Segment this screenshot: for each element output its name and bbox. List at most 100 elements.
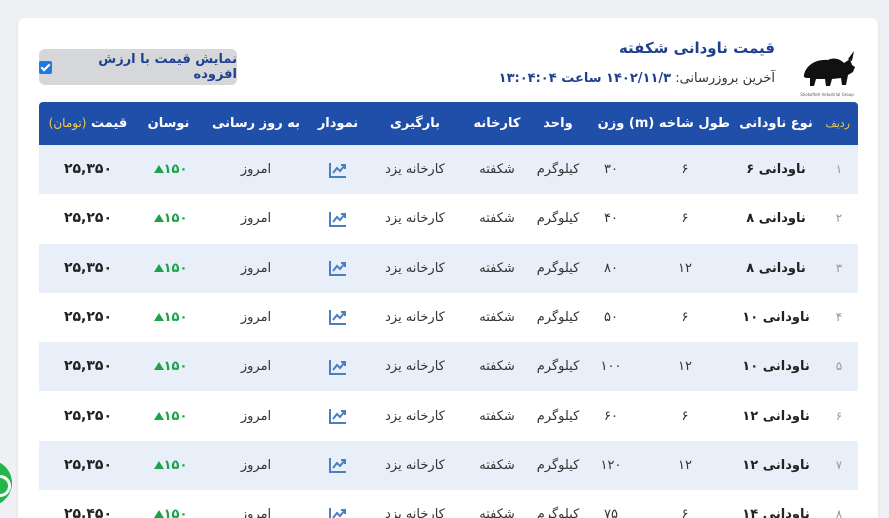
line-chart-icon[interactable]: [312, 441, 364, 490]
row-index: ۸: [835, 507, 843, 518]
row-loading: کارخانه یزد: [385, 162, 445, 177]
row-unit: کیلوگرم: [536, 457, 580, 473]
row-unit: کیلوگرم: [536, 408, 580, 424]
vat-toggle-label: نمایش قیمت با ارزش افزوده: [98, 52, 237, 82]
col-price-label: قیمت: [91, 116, 128, 131]
row-index: ۷: [835, 457, 843, 472]
row-index: ۴: [835, 309, 843, 324]
row-price: ۲۵,۳۵۰: [63, 358, 113, 375]
row-length: ۶: [681, 211, 689, 227]
col-factory[interactable]: کارخانه: [467, 102, 527, 145]
vat-checkbox[interactable]: [39, 60, 52, 74]
triangle-up-icon: [153, 362, 164, 371]
row-index: ۶: [835, 408, 843, 423]
row-weight: ۱۲۰: [600, 457, 622, 473]
row-length: ۶: [681, 507, 689, 518]
row-index: ۳: [835, 260, 843, 275]
row-updated: امروز: [240, 408, 272, 424]
row-type: ناودانی ۶: [746, 162, 806, 177]
last-updated-value: ۱۴۰۲/۱۱/۳ ساعت ۱۳:۰۴:۰۴: [498, 71, 672, 86]
row-type: ناودانی ۱۰: [742, 359, 810, 375]
col-type[interactable]: نوع ناودانی: [736, 102, 816, 145]
col-index: ردیف: [825, 117, 850, 130]
row-factory: شکفته: [479, 162, 515, 177]
row-change-value: ۱۵۰: [163, 162, 188, 177]
logo-caption: Shokofteh Industrial Group: [800, 92, 854, 97]
row-change-value: ۱۵۰: [163, 309, 188, 325]
row-updated: امروز: [240, 309, 272, 325]
line-chart-icon[interactable]: [312, 194, 364, 243]
row-unit: کیلوگرم: [536, 359, 580, 375]
row-change-value: ۱۵۰: [163, 211, 188, 227]
row-unit: کیلوگرم: [536, 162, 580, 177]
table-row[interactable]: ۳ ناودانی ۸ ۱۲ ۸۰ کیلوگرم شکفته کارخانه یزد امر…: [39, 243, 858, 293]
table-row[interactable]: ۱ ناودانی ۶ ۶ ۳۰ کیلوگرم شکفته کارخانه یزد امرو…: [39, 145, 858, 194]
line-chart-icon[interactable]: [312, 145, 364, 194]
row-change: ۱۵۰: [141, 490, 196, 518]
col-unit[interactable]: واحد: [535, 102, 581, 145]
row-factory: شکفته: [479, 359, 515, 375]
col-price-unit: (تومان): [48, 116, 87, 130]
row-loading: کارخانه یزد: [385, 507, 445, 518]
row-change-value: ۱۵۰: [163, 260, 188, 276]
triangle-up-icon: [153, 263, 164, 272]
row-unit: کیلوگرم: [536, 507, 580, 518]
col-price[interactable]: قیمت (تومان): [40, 102, 136, 145]
row-change-value: ۱۵۰: [163, 359, 188, 375]
row-updated: امروز: [240, 359, 272, 375]
line-chart-icon[interactable]: [312, 392, 364, 441]
table-row[interactable]: ۶ ناودانی ۱۲ ۶ ۶۰ کیلوگرم شکفته کارخانه یزد امر…: [39, 392, 858, 441]
row-change: ۱۵۰: [141, 392, 196, 441]
row-length: ۱۲: [678, 359, 692, 375]
row-updated: امروز: [240, 162, 272, 177]
row-weight: ۸۰: [604, 260, 618, 276]
whatsapp-icon[interactable]: [0, 460, 12, 506]
row-factory: شکفته: [479, 309, 515, 325]
row-factory: شکفته: [479, 408, 515, 424]
col-weight[interactable]: وزن: [593, 102, 629, 145]
row-change: ۱۵۰: [141, 194, 196, 243]
table-header: ردیف نوع ناودانی طول شاخه (m) وزن واحد ک…: [39, 102, 858, 145]
row-loading: کارخانه یزد: [385, 211, 445, 227]
row-index: ۱: [835, 162, 843, 176]
row-weight: ۴۰: [604, 211, 618, 227]
row-index: ۵: [835, 359, 843, 374]
triangle-up-icon: [153, 165, 164, 173]
row-price: ۲۵,۲۵۰: [63, 308, 113, 325]
row-updated: امروز: [240, 457, 272, 473]
row-type: ناودانی ۸: [746, 211, 806, 227]
col-change[interactable]: نوسان: [141, 102, 196, 145]
row-factory: شکفته: [479, 507, 515, 518]
col-updated[interactable]: به روز رسانی: [206, 102, 306, 145]
row-length: ۱۲: [678, 457, 692, 473]
table-row[interactable]: ۴ ناودانی ۱۰ ۶ ۵۰ کیلوگرم شکفته کارخانه یزد امر…: [39, 293, 858, 342]
triangle-up-icon: [153, 214, 164, 223]
row-weight: ۶۰: [604, 408, 618, 424]
row-loading: کارخانه یزد: [385, 457, 445, 473]
table-row[interactable]: ۵ ناودانی ۱۰ ۱۲ ۱۰۰ کیلوگرم شکفته کارخانه یزد ا…: [39, 342, 858, 392]
row-unit: کیلوگرم: [536, 211, 580, 227]
line-chart-icon[interactable]: [312, 293, 364, 342]
row-change: ۱۵۰: [141, 342, 196, 391]
table-row[interactable]: ۲ ناودانی ۸ ۶ ۴۰ کیلوگرم شکفته کارخانه یزد امرو…: [39, 194, 858, 243]
line-chart-icon[interactable]: [312, 244, 364, 293]
row-price: ۲۵,۳۵۰: [63, 259, 113, 276]
vat-toggle[interactable]: نمایش قیمت با ارزش افزوده: [39, 49, 237, 85]
row-loading: کارخانه یزد: [385, 260, 445, 276]
row-factory: شکفته: [479, 260, 515, 276]
table-row[interactable]: ۷ ناودانی ۱۲ ۱۲ ۱۲۰ کیلوگرم شکفته کارخانه یزد ا…: [39, 440, 858, 490]
row-type: ناودانی ۱۴: [742, 507, 810, 518]
col-length[interactable]: طول شاخه (m): [629, 102, 730, 145]
col-loading[interactable]: بارگیری: [370, 102, 460, 145]
triangle-up-icon: [153, 460, 164, 469]
row-updated: امروز: [240, 507, 272, 518]
table-row[interactable]: ۸ ناودانی ۱۴ ۶ ۷۵ کیلوگرم شکفته کارخانه یزد امر…: [39, 490, 858, 518]
line-chart-icon[interactable]: [312, 342, 364, 391]
row-price: ۲۵,۳۵۰: [63, 456, 113, 473]
row-change: ۱۵۰: [141, 293, 196, 342]
row-type: ناودانی ۱۲: [742, 457, 810, 473]
row-type: ناودانی ۱۲: [742, 408, 810, 424]
line-chart-icon[interactable]: [312, 490, 364, 518]
row-change: ۱۵۰: [141, 145, 196, 194]
row-weight: ۳۰: [604, 162, 618, 177]
